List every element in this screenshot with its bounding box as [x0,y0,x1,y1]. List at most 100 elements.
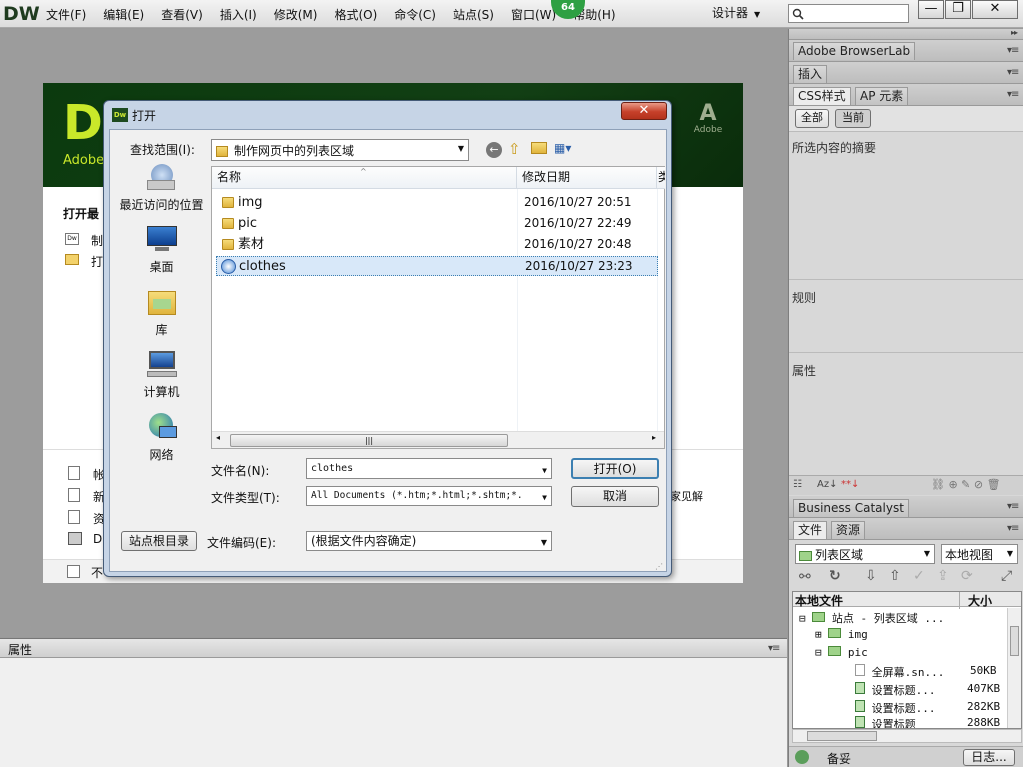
menu-insert[interactable]: 插入(I) [220,6,257,23]
checkin-icon[interactable]: ⇪ [937,568,949,584]
collapse-icon[interactable]: ▸▸ [1011,28,1018,37]
tab-assets[interactable]: 资源 [831,521,866,539]
put-files-icon[interactable]: ⇧ [889,568,901,584]
local-files-col[interactable]: 本地文件 [795,592,843,609]
resize-grip-icon[interactable]: ⋰ [655,562,663,571]
category-view-icon[interactable]: ☷ [793,479,802,490]
place-network[interactable]: 网络 [114,412,209,463]
tree-row[interactable]: ⊟ pic [815,646,868,659]
file-name: clothes [239,259,286,274]
lookin-select[interactable]: 制作网页中的列表区域 ▼ [211,139,469,161]
tab-insert[interactable]: 插入 [793,65,828,83]
properties-title[interactable]: 属性 [8,641,32,658]
menu-view[interactable]: 查看(V) [161,6,203,23]
recent-item[interactable]: 制 [91,232,103,249]
open-button[interactable]: 打开(O) [571,458,659,479]
tab-ap-elements[interactable]: AP 元素 [855,87,909,105]
place-computer[interactable]: 计算机 [114,349,209,400]
panel-menu-icon[interactable]: ▾≡ [1007,67,1019,78]
menu-commands[interactable]: 命令(C) [394,6,436,23]
tree-row[interactable]: 全屏幕.sn... 50KB [855,664,1005,680]
panel-menu-icon[interactable]: ▾≡ [1007,89,1019,100]
tree-vscroll[interactable] [1007,608,1021,728]
expand-icon[interactable]: ⤢ [1001,568,1012,584]
panel-menu-icon[interactable]: ▾≡ [768,643,780,654]
up-folder-icon[interactable]: ⇧ [508,140,521,158]
encoding-select[interactable]: (根据文件内容确定) ▼ [306,531,552,551]
scroll-left-icon[interactable]: ◂ [216,433,220,442]
current-mode-button[interactable]: 当前 [835,109,871,128]
log-button[interactable]: 日志... [963,749,1015,766]
menu-site[interactable]: 站点(S) [453,6,494,23]
css-actions-icon[interactable]: ⛓ ⊕ ✎ ⊘ 🗑 [931,478,1001,491]
file-row-selected[interactable]: clothes 2016/10/27 23:23 [216,256,658,276]
scroll-thumb[interactable] [807,731,877,741]
size-col[interactable]: 大小 [959,592,992,609]
tree-row[interactable]: 设置标题... 282KB [855,700,1005,716]
view-select[interactable]: 本地视图 ▼ [941,544,1018,564]
collapse-toggle-icon[interactable]: ⊟ [799,612,806,625]
collapse-toggle-icon[interactable]: ⊟ [815,646,822,659]
filename-input[interactable]: clothes ▼ [306,458,552,479]
menu-modify[interactable]: 修改(M) [274,6,318,23]
place-recent[interactable]: 最近访问的位置 [114,162,209,213]
tip-text[interactable]: 家见解 [670,488,703,504]
site-root-button[interactable]: 站点根目录 [121,531,197,551]
dont-show-label: 不 [91,566,104,580]
all-mode-button[interactable]: 全部 [795,109,829,128]
create-item[interactable]: D [93,532,102,546]
new-folder-icon[interactable] [531,142,547,154]
site-select[interactable]: 列表区域 ▼ [795,544,935,564]
scroll-thumb[interactable] [1010,626,1019,656]
expand-toggle-icon[interactable]: ⊞ [815,628,822,641]
minimize-button[interactable]: — [918,0,944,19]
workspace-switcher[interactable]: 设计器 ▼ [712,4,760,21]
open-item[interactable]: 打 [91,253,103,270]
menu-edit[interactable]: 编辑(E) [103,6,144,23]
place-desktop[interactable]: 桌面 [114,224,209,275]
tree-row[interactable]: 设置标题 288KB [855,716,1005,728]
filetype-select[interactable]: All Documents (*.htm;*.html;*.shtm;*. ▼ [306,486,552,506]
panel-menu-icon[interactable]: ▾≡ [1007,523,1019,534]
menu-format[interactable]: 格式(O) [334,6,377,23]
menu-file[interactable]: 文件(F) [46,6,86,23]
encoding-value: (根据文件内容确定) [311,534,417,548]
refresh-icon[interactable]: ↻ [829,568,841,584]
tree-label: 设置标题 [871,718,916,728]
az-sort-button[interactable]: Az↓ [817,479,837,490]
help-search-input[interactable] [788,4,909,23]
panel-menu-icon[interactable]: ▾≡ [1007,45,1019,56]
tab-css-styles[interactable]: CSS样式 [793,87,851,105]
sync-icon[interactable]: ⟳ [961,568,973,584]
scroll-right-icon[interactable]: ▸ [652,433,656,442]
tab-files[interactable]: 文件 [793,521,828,539]
maximize-button[interactable]: ❐ [945,0,971,19]
column-name[interactable]: 名称 ^ [212,167,517,189]
view-menu-icon[interactable]: ▦▾ [554,141,571,155]
close-window-button[interactable]: ✕ [972,0,1018,19]
file-row[interactable]: 素材 2016/10/27 20:48 [216,235,658,255]
connect-icon[interactable]: ⚯ [799,569,811,585]
file-row[interactable]: img 2016/10/27 20:51 [216,193,658,213]
tree-row[interactable]: ⊞ img [815,628,868,641]
set-properties-icon[interactable]: **↓ [841,479,859,490]
tab-business-catalyst[interactable]: Business Catalyst [793,499,909,517]
scroll-thumb[interactable]: ||| [230,434,508,447]
get-files-icon[interactable]: ⇩ [865,568,877,584]
column-type[interactable]: 类 [657,167,665,189]
cancel-button[interactable]: 取消 [571,486,659,507]
column-date[interactable]: 修改日期 [517,167,657,189]
file-list-hscroll[interactable]: ◂ ||| ▸ [212,431,664,448]
tree-hscroll[interactable] [792,729,1022,743]
panel-menu-icon[interactable]: ▾≡ [1007,501,1019,512]
tree-row[interactable]: 设置标题... 407KB [855,682,1005,698]
tree-row[interactable]: ⊟ 站点 - 列表区域 ... [799,610,944,626]
menu-window[interactable]: 窗口(W) [511,6,556,23]
dialog-close-button[interactable]: ✕ [621,102,667,120]
back-icon[interactable]: ← [486,142,502,158]
place-libraries[interactable]: 库 [114,287,209,338]
tab-browserlab[interactable]: Adobe BrowserLab [793,42,916,60]
dont-show-checkbox[interactable] [67,565,80,578]
file-row[interactable]: pic 2016/10/27 22:49 [216,214,658,234]
checkout-icon[interactable]: ✓ [913,568,925,584]
